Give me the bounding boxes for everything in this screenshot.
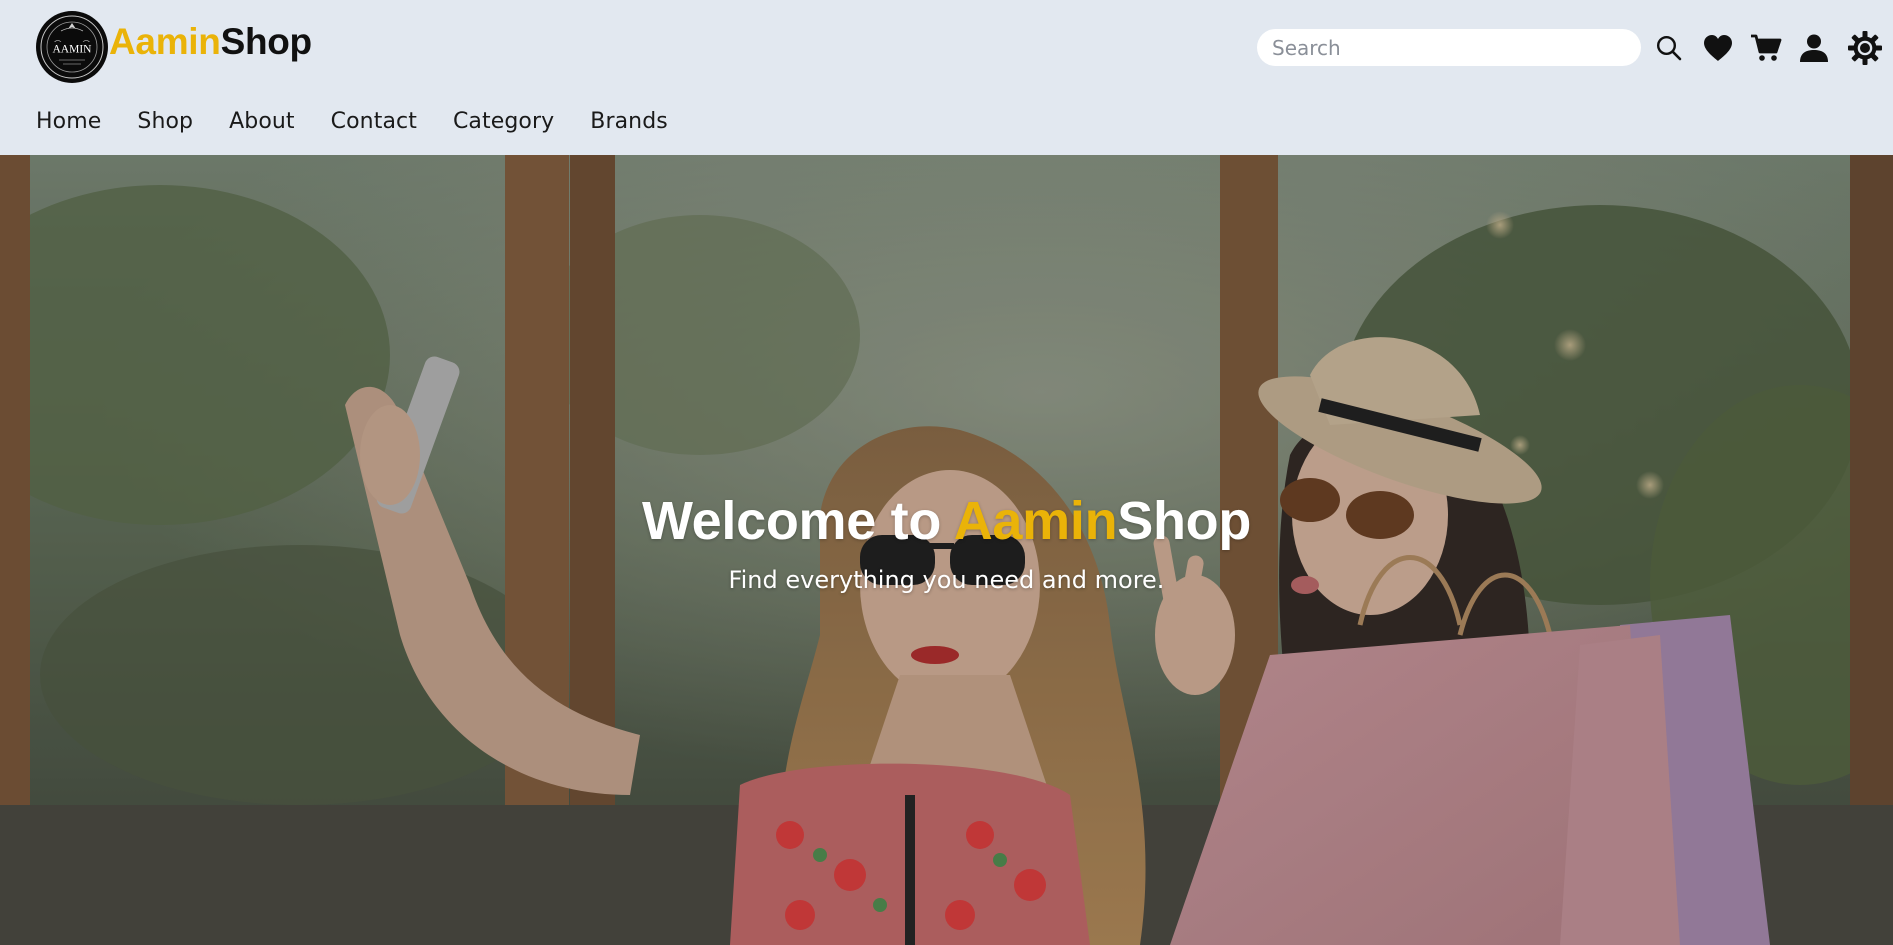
- brand-name-rest: Shop: [220, 20, 313, 62]
- nav-item-brands[interactable]: Brands: [590, 109, 668, 134]
- cart-icon: [1751, 34, 1782, 61]
- nav-item-category[interactable]: Category: [453, 109, 554, 134]
- hero-banner: Welcome to AaminShop Find everything you…: [0, 155, 1893, 945]
- nav-item-shop[interactable]: Shop: [137, 109, 193, 134]
- brand-logo-link[interactable]: AAMIN AaminShop: [36, 10, 312, 83]
- cart-button[interactable]: [1746, 28, 1786, 68]
- site-header: AAMIN AaminShop Search Home Shop About C…: [0, 0, 1893, 155]
- hero-title-accent: Aamin: [953, 491, 1118, 551]
- nav-item-about[interactable]: About: [229, 109, 295, 134]
- user-icon: [1800, 34, 1828, 62]
- brand-emblem-icon: AAMIN: [40, 15, 104, 78]
- search-input[interactable]: [1257, 29, 1641, 66]
- hero-title-rest: Shop: [1117, 491, 1252, 551]
- main-nav: Home Shop About Contact Category Brands: [36, 104, 704, 138]
- nav-item-contact[interactable]: Contact: [331, 109, 417, 134]
- search-button[interactable]: [1649, 28, 1689, 68]
- brand-logo-badge: AAMIN: [36, 10, 108, 83]
- account-button[interactable]: [1794, 28, 1834, 68]
- gear-icon: [1848, 31, 1882, 65]
- hero-subtitle: Find everything you need and more.: [728, 566, 1165, 594]
- heart-icon: [1704, 35, 1732, 61]
- brand-name: AaminShop: [109, 21, 312, 63]
- hero-title: Welcome to AaminShop: [0, 490, 1893, 552]
- settings-button[interactable]: [1845, 28, 1885, 68]
- svg-text:AAMIN: AAMIN: [53, 43, 93, 55]
- hero-title-prefix: Welcome to: [641, 491, 954, 551]
- wishlist-button[interactable]: [1698, 28, 1738, 68]
- search-icon: [1656, 35, 1682, 61]
- nav-item-home[interactable]: Home: [36, 109, 101, 134]
- brand-name-accent: Aamin: [109, 20, 221, 62]
